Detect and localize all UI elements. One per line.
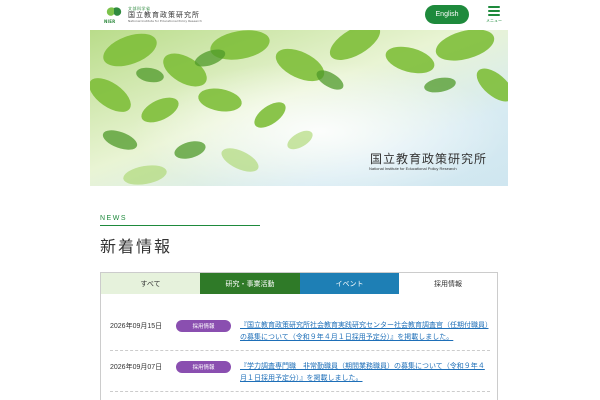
news-item-divider [110, 391, 490, 392]
menu-icon-bar [488, 14, 500, 16]
menu-icon [488, 6, 500, 8]
news-item-link[interactable]: 『国立教育政策研究所社会教育実践研究センター社会教育調査官（任期付職員）の募集に… [240, 319, 490, 343]
hero-title: 国立教育政策研究所 [370, 152, 488, 166]
menu-label: メニュー [486, 18, 502, 23]
site-header: NIER 文部科学省 国立教育政策研究所 National Institute … [0, 0, 600, 30]
nier-logo-icon: NIER [104, 5, 124, 25]
news-item-link[interactable]: 『学力調査専門職 非常勤職員（期間業務職員）の募集について（令和９年４月１日採用… [240, 360, 490, 384]
logo-english-name: National Institute for Educational Polic… [128, 19, 202, 23]
logo-name: 国立教育政策研究所 [128, 11, 200, 19]
menu-button[interactable]: メニュー [484, 5, 504, 27]
hero-banner: 国立教育政策研究所 National Institute for Educati… [90, 30, 508, 186]
tab-all[interactable]: すべて [101, 273, 200, 294]
news-item-date: 2026年09月15日 [110, 323, 163, 330]
news-section-label: NEWS [100, 215, 127, 222]
news-item-divider [110, 350, 490, 351]
menu-icon-bar [488, 10, 500, 12]
hero-subtitle: National Institute for Educational Polic… [369, 166, 457, 171]
category-badge: 採用情報 [176, 320, 231, 332]
news-tabs: すべて 研究・事業活動 イベント 採用情報 [100, 272, 498, 294]
english-button[interactable]: English [425, 5, 469, 24]
tab-recruitment[interactable]: 採用情報 [399, 273, 497, 294]
news-section-title: 新着情報 [100, 237, 173, 256]
category-badge: 採用情報 [176, 361, 231, 373]
logo-abbr: NIER [104, 19, 116, 24]
site-logo[interactable]: NIER 文部科学省 国立教育政策研究所 National Institute … [104, 5, 202, 25]
news-item-date: 2026年09月07日 [110, 364, 163, 371]
tab-research-activities[interactable]: 研究・事業活動 [200, 273, 300, 294]
news-divider [100, 225, 260, 226]
tab-events[interactable]: イベント [300, 273, 399, 294]
